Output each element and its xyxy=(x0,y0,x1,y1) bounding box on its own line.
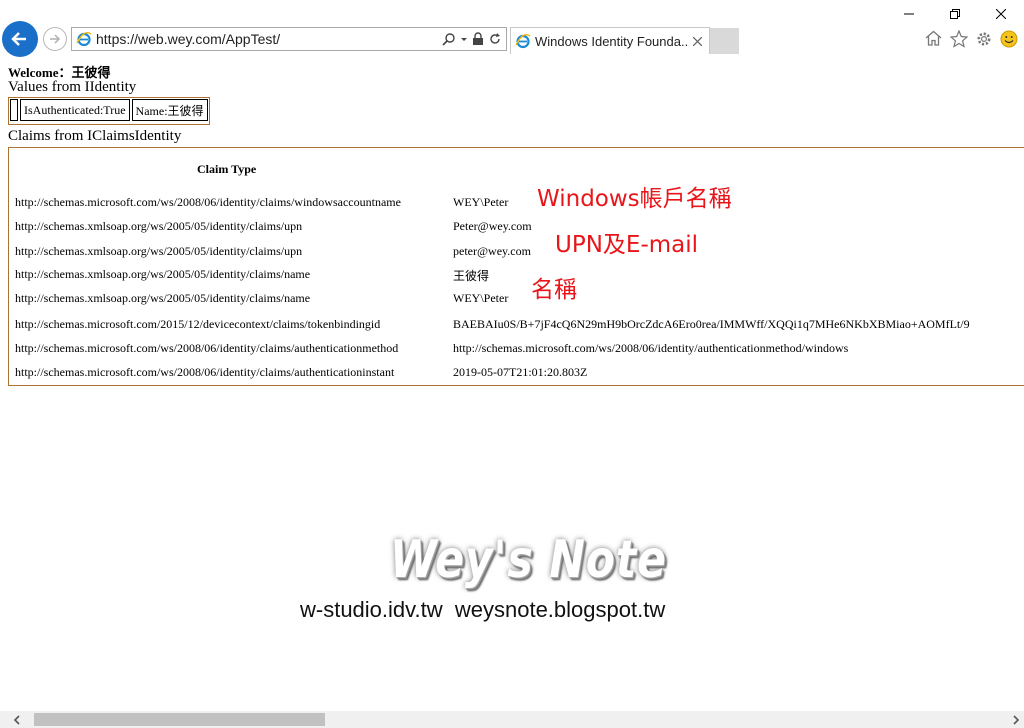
claim-type: http://schemas.xmlsoap.org/ws/2005/05/id… xyxy=(15,219,303,233)
forward-button[interactable] xyxy=(43,27,67,51)
claim-row: http://schemas.microsoft.com/2015/12/dev… xyxy=(15,317,1024,339)
claims-heading: Claims from IClaimsIdentity xyxy=(8,128,182,144)
page-content: Welcome：王彼得 Values from IIdentity IsAuth… xyxy=(0,57,1024,711)
minimize-icon xyxy=(904,13,914,15)
browser-chrome: https://web.wey.com/AppTest/ Windows Ide… xyxy=(0,0,1024,57)
claim-type: http://schemas.microsoft.com/ws/2008/06/… xyxy=(15,365,395,379)
claim-type: http://schemas.xmlsoap.org/ws/2005/05/id… xyxy=(15,291,311,305)
home-button[interactable] xyxy=(924,29,943,48)
watermark-title: Wey's Note xyxy=(390,530,667,590)
forward-arrow-icon xyxy=(50,34,61,44)
settings-gear-icon xyxy=(977,32,990,45)
claim-value: WEY\Peter xyxy=(453,195,509,209)
home-icon xyxy=(925,30,942,46)
address-bar[interactable]: https://web.wey.com/AppTest/ xyxy=(71,27,507,51)
claim-value: peter@wey.com xyxy=(453,244,531,258)
favorites-button[interactable] xyxy=(949,29,968,48)
claim-value: 2019-05-07T21:01:20.803Z xyxy=(453,365,588,379)
ie-logo-icon xyxy=(76,31,92,47)
address-tools xyxy=(442,32,502,46)
claim-row: http://schemas.xmlsoap.org/ws/2005/05/id… xyxy=(15,219,1024,241)
claim-value: BAEBAIu0S/B+7jF4cQ6N29mH9bOrcZdcA6Ero0re… xyxy=(453,317,970,331)
claim-type: http://schemas.microsoft.com/ws/2008/06/… xyxy=(15,195,401,209)
identity-cell-name: Name:王彼得 xyxy=(131,99,208,121)
annotation-upn-email: UPN及E-mail xyxy=(555,232,699,258)
minimize-button[interactable] xyxy=(886,0,932,28)
claim-type: http://schemas.xmlsoap.org/ws/2005/05/id… xyxy=(15,267,311,281)
chevron-right-icon xyxy=(1012,714,1019,725)
window-controls xyxy=(886,0,1024,28)
back-button[interactable] xyxy=(2,21,38,57)
annotation-name: 名稱 xyxy=(531,277,577,303)
dropdown-chevron-icon[interactable] xyxy=(460,32,468,46)
tab-ie-logo-icon xyxy=(515,33,531,49)
claim-type: http://schemas.microsoft.com/ws/2008/06/… xyxy=(15,341,399,355)
annotation-windows-account: Windows帳戶名稱 xyxy=(537,186,732,212)
identity-table: IsAuthenticated:True Name:王彼得 xyxy=(8,97,210,125)
close-icon xyxy=(996,9,1006,19)
lock-icon[interactable] xyxy=(472,32,484,46)
feedback-button[interactable] xyxy=(999,29,1018,48)
close-window-button[interactable] xyxy=(978,0,1024,28)
close-tab-icon xyxy=(692,36,702,46)
claim-row: http://schemas.xmlsoap.org/ws/2005/05/id… xyxy=(15,291,1024,313)
chevron-left-icon xyxy=(13,714,20,725)
restore-icon xyxy=(950,9,960,19)
back-arrow-icon xyxy=(11,32,26,46)
scroll-thumb[interactable] xyxy=(34,713,325,726)
identity-cell-authenticated: IsAuthenticated:True xyxy=(20,99,130,121)
watermark-subtitle: w-studio.idv.tw weysnote.blogspot.tw xyxy=(300,597,666,622)
claims-column-header: Claim Type xyxy=(197,162,257,176)
search-icon[interactable] xyxy=(442,32,456,46)
claim-row: http://schemas.microsoft.com/ws/2008/06/… xyxy=(15,365,1024,387)
claims-table: Claim Type http://schemas.microsoft.com/… xyxy=(8,147,1024,386)
scroll-right-button[interactable] xyxy=(1007,711,1024,728)
claim-type: http://schemas.microsoft.com/2015/12/dev… xyxy=(15,317,381,331)
claim-value: 王彼得 xyxy=(453,269,490,283)
tab-close-button[interactable] xyxy=(689,33,705,49)
claim-row: http://schemas.microsoft.com/ws/2008/06/… xyxy=(15,195,1024,217)
url-text[interactable]: https://web.wey.com/AppTest/ xyxy=(96,31,442,47)
claim-row: http://schemas.xmlsoap.org/ws/2005/05/id… xyxy=(15,244,1024,266)
favorites-star-icon xyxy=(949,29,968,48)
claim-row: http://schemas.xmlsoap.org/ws/2005/05/id… xyxy=(15,267,1024,289)
horizontal-scrollbar[interactable] xyxy=(0,711,1024,728)
claim-row: http://schemas.microsoft.com/ws/2008/06/… xyxy=(15,341,1024,363)
restore-button[interactable] xyxy=(932,0,978,28)
claim-value: http://schemas.microsoft.com/ws/2008/06/… xyxy=(453,341,849,355)
refresh-icon[interactable] xyxy=(488,32,502,46)
identity-cell-empty xyxy=(10,99,18,121)
new-tab-button[interactable] xyxy=(710,28,739,54)
claim-value: WEY\Peter xyxy=(453,291,509,305)
claim-type: http://schemas.xmlsoap.org/ws/2005/05/id… xyxy=(15,244,303,258)
identity-heading: Values from IIdentity xyxy=(8,79,137,95)
settings-button[interactable] xyxy=(974,29,993,48)
toolbar-right xyxy=(924,29,1018,48)
feedback-smiley-icon xyxy=(1000,30,1017,47)
tab-title: Windows Identity Founda... xyxy=(535,33,689,49)
scroll-left-button[interactable] xyxy=(8,711,25,728)
tab-windows-identity[interactable]: Windows Identity Founda... xyxy=(510,27,710,54)
claim-value: Peter@wey.com xyxy=(453,219,532,233)
